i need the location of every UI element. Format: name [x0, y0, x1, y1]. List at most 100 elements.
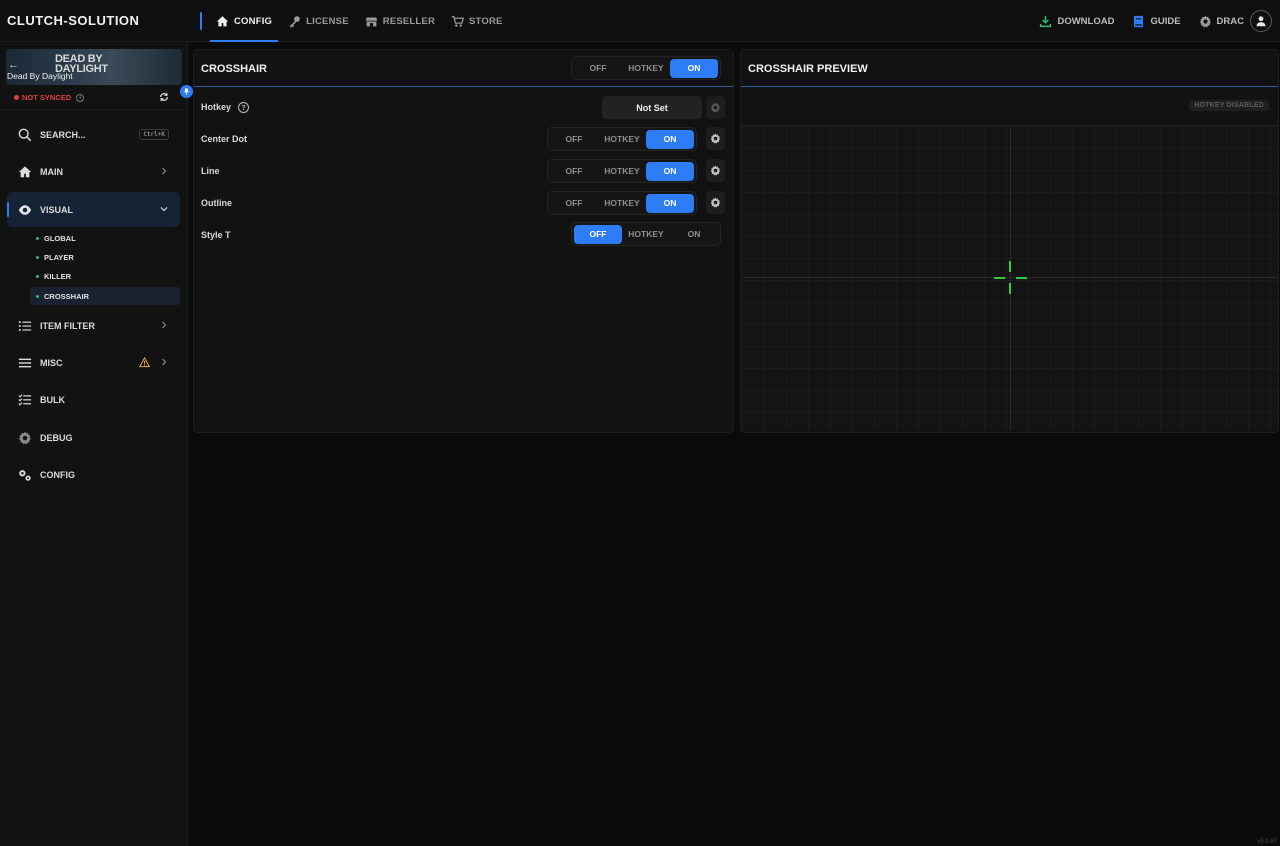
sidebar-subitem-global[interactable]: GLOBAL: [30, 229, 180, 247]
sync-status: NOT SYNCED i: [14, 93, 85, 102]
tab-store-label: STORE: [469, 15, 503, 27]
sidebar-item-misc[interactable]: MISC: [7, 345, 180, 380]
center-dot-toggle: OFF HOTKEY ON: [547, 127, 697, 151]
toggle-on[interactable]: ON: [670, 225, 718, 244]
tab-config[interactable]: CONFIG: [208, 0, 280, 42]
search-label: SEARCH...: [40, 129, 86, 140]
tab-store[interactable]: STORE: [443, 0, 511, 42]
search-button[interactable]: SEARCH... Ctrl+K: [7, 117, 180, 152]
user-icon: [1256, 16, 1266, 27]
tab-license[interactable]: LICENSE: [280, 0, 357, 42]
version-label: v5.0.87: [1257, 839, 1277, 845]
search-shortcut: Ctrl+K: [139, 129, 169, 140]
download-icon: [1040, 15, 1052, 27]
toggle-hotkey[interactable]: HOTKEY: [598, 130, 646, 149]
guide-button[interactable]: GUIDE: [1132, 15, 1181, 28]
sidebar-item-bulk[interactable]: BULK: [7, 382, 180, 417]
sidebar-item-label: ITEM FILTER: [40, 320, 95, 331]
download-label: DOWNLOAD: [1057, 15, 1115, 27]
avatar[interactable]: [1250, 10, 1272, 32]
game-banner[interactable]: DEAD BY DAYLIGHT ← Dead By Daylight: [6, 49, 182, 85]
toggle-on[interactable]: ON: [646, 129, 694, 149]
tab-license-label: LICENSE: [306, 15, 349, 27]
list-icon: [18, 320, 32, 331]
toggle-off[interactable]: OFF: [550, 194, 598, 213]
main-nav: CONFIG LICENSE RESELLER STORE: [208, 0, 511, 42]
cart-icon: [451, 15, 465, 27]
gear-icon: [710, 133, 721, 144]
setting-label-center-dot: Center Dot: [201, 134, 248, 144]
sidebar-item-item-filter[interactable]: ITEM FILTER: [7, 308, 180, 343]
crosshair-line-top: [1009, 261, 1011, 272]
nav-divider: [200, 12, 202, 30]
style-t-toggle: OFF HOTKEY ON: [571, 222, 721, 246]
sidebar-item-label: MISC: [40, 357, 63, 368]
chevron-right-icon: [162, 321, 167, 329]
gear-icon: [710, 165, 721, 176]
preview-axis-vertical: [1010, 126, 1011, 430]
setting-label-line: Line: [201, 166, 220, 176]
outline-settings-button[interactable]: [706, 191, 725, 214]
outline-toggle: OFF HOTKEY ON: [547, 191, 697, 215]
download-button[interactable]: DOWNLOAD: [1039, 15, 1114, 28]
setting-label-style-t: Style T: [201, 230, 231, 240]
toggle-off[interactable]: OFF: [550, 130, 598, 149]
top-bar: CLUTCH-SOLUTION CONFIG LICENSE RESELLER …: [0, 0, 1280, 42]
tab-reseller[interactable]: RESELLER: [357, 0, 443, 42]
refresh-icon[interactable]: [159, 92, 169, 102]
gear-icon: [18, 431, 31, 444]
sidebar-subitem-label: GLOBAL: [44, 233, 76, 243]
sidebar-item-debug[interactable]: DEBUG: [7, 420, 180, 455]
gear-icon: [710, 102, 721, 113]
checklist-icon: [18, 393, 32, 405]
bullet-dot: [36, 236, 39, 240]
pin-icon: [184, 88, 189, 95]
toggle-off[interactable]: OFF: [574, 224, 622, 244]
toggle-on[interactable]: ON: [646, 193, 694, 213]
gears-icon: [19, 469, 31, 481]
status-dot: [14, 95, 19, 100]
bullet-dot: [36, 255, 39, 259]
hotkey-bind-button[interactable]: Not Set: [602, 96, 702, 119]
help-icon[interactable]: ?: [238, 102, 249, 113]
sidebar-subitem-player[interactable]: PLAYER: [30, 248, 180, 266]
pin-button[interactable]: [180, 85, 193, 98]
toggle-hotkey[interactable]: HOTKEY: [598, 162, 646, 181]
sidebar-subitem-crosshair[interactable]: CROSSHAIR: [30, 287, 180, 305]
toggle-hotkey[interactable]: HOTKEY: [622, 225, 670, 244]
tab-config-label: CONFIG: [234, 15, 273, 27]
toggle-off[interactable]: OFF: [574, 59, 622, 78]
crosshair-line-bottom: [1009, 283, 1011, 294]
chevron-right-icon: [162, 358, 167, 366]
user-settings-button[interactable]: DRAC: [1199, 15, 1244, 28]
sidebar-item-visual[interactable]: VISUAL: [7, 192, 180, 227]
info-icon[interactable]: i: [76, 93, 85, 102]
center-dot-settings-button[interactable]: [706, 127, 725, 150]
line-settings-button[interactable]: [706, 159, 725, 182]
sidebar-subitem-killer[interactable]: KILLER: [30, 267, 180, 285]
gear-icon: [1199, 15, 1211, 27]
crosshair-preview-canvas: [742, 125, 1278, 430]
hotkey-settings-button[interactable]: [706, 96, 725, 119]
panel-title: CROSSHAIR: [201, 63, 268, 75]
sidebar-item-label: MAIN: [40, 166, 63, 177]
sidebar-divider: [0, 109, 188, 110]
toggle-hotkey[interactable]: HOTKEY: [598, 194, 646, 213]
menu-icon: [18, 358, 32, 367]
sidebar-item-config[interactable]: CONFIG: [7, 457, 180, 492]
toggle-off[interactable]: OFF: [550, 162, 598, 181]
eye-icon: [18, 204, 32, 215]
app-window: CLUTCH-SOLUTION CONFIG LICENSE RESELLER …: [0, 0, 1280, 846]
line-toggle: OFF HOTKEY ON: [547, 159, 697, 183]
sidebar-item-main[interactable]: MAIN: [7, 154, 180, 189]
sidebar-item-label: DEBUG: [40, 432, 73, 443]
toggle-on[interactable]: ON: [646, 161, 694, 181]
toggle-hotkey[interactable]: HOTKEY: [622, 59, 670, 78]
crosshair-panel-header: CROSSHAIR OFF HOTKEY ON: [194, 50, 733, 87]
top-right-actions: DOWNLOAD GUIDE DRAC: [1039, 0, 1272, 42]
book-icon: [1134, 15, 1144, 27]
sidebar-subitem-label: CROSSHAIR: [44, 291, 90, 301]
toggle-on[interactable]: ON: [670, 58, 718, 78]
back-arrow-icon[interactable]: ←: [8, 59, 19, 71]
chevron-down-icon: [160, 207, 168, 212]
